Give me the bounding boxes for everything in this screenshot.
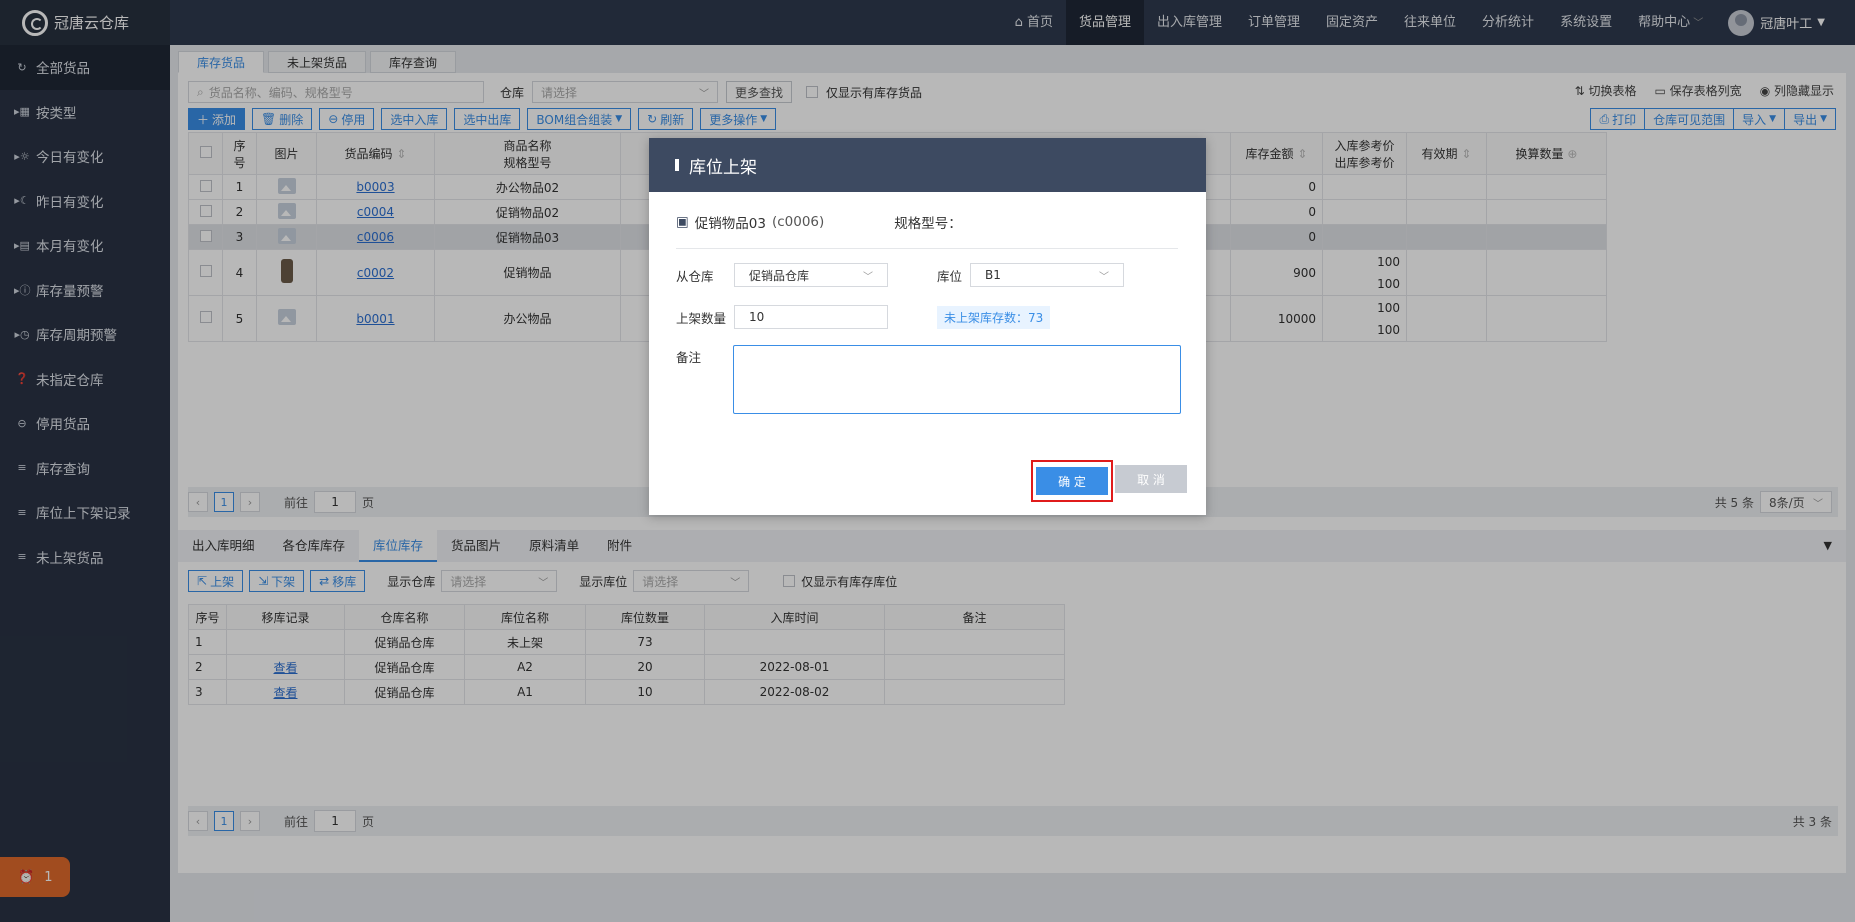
quantity-row: 上架数量 10 (676, 305, 888, 329)
remark-label-row: 备注 (676, 347, 701, 366)
unshelved-hint: 未上架库存数：73 (937, 306, 1051, 329)
shelve-dialog: 库位上架 ▣ 促销物品03 (c0006) 规格型号： 从仓库 促销品仓库 ﹀ 库… (649, 138, 1206, 515)
location-select[interactable]: B1 ﹀ (970, 263, 1124, 287)
item-code: (c0006) (771, 214, 825, 230)
box-icon: ▣ (676, 214, 689, 230)
from-warehouse-select[interactable]: 促销品仓库 ﹀ (734, 263, 888, 287)
quantity-value: 10 (749, 310, 765, 324)
quantity-label: 上架数量 (676, 310, 727, 326)
cancel-button[interactable]: 取 消 (1115, 465, 1187, 493)
select-value: 促销品仓库 (749, 268, 810, 283)
unshelved-count-badge: 未上架库存数：73 (937, 306, 1051, 329)
quantity-input[interactable]: 10 (734, 305, 888, 329)
chevron-down-icon: ﹀ (863, 271, 873, 283)
spec-label: 规格型号： (894, 216, 962, 232)
remark-label: 备注 (676, 350, 702, 365)
select-value: B1 (985, 268, 1001, 282)
remark-textarea[interactable] (733, 345, 1181, 414)
from-warehouse-row: 从仓库 促销品仓库 ﹀ (676, 263, 888, 287)
confirm-button[interactable]: 确 定 (1036, 467, 1108, 495)
item-info: ▣ 促销物品03 (c0006) 规格型号： (676, 212, 962, 232)
location-label: 库位 (937, 268, 963, 284)
item-name: 促销物品03 (694, 216, 766, 232)
dialog-header: 库位上架 (649, 138, 1206, 192)
from-warehouse-label: 从仓库 (676, 268, 714, 284)
dialog-title: 库位上架 (689, 157, 757, 178)
title-marker (675, 159, 679, 171)
divider (676, 248, 1178, 249)
chevron-down-icon: ﹀ (1099, 271, 1109, 283)
location-row: 库位 B1 ﹀ (937, 263, 1124, 287)
confirm-highlight: 确 定 (1031, 460, 1113, 502)
